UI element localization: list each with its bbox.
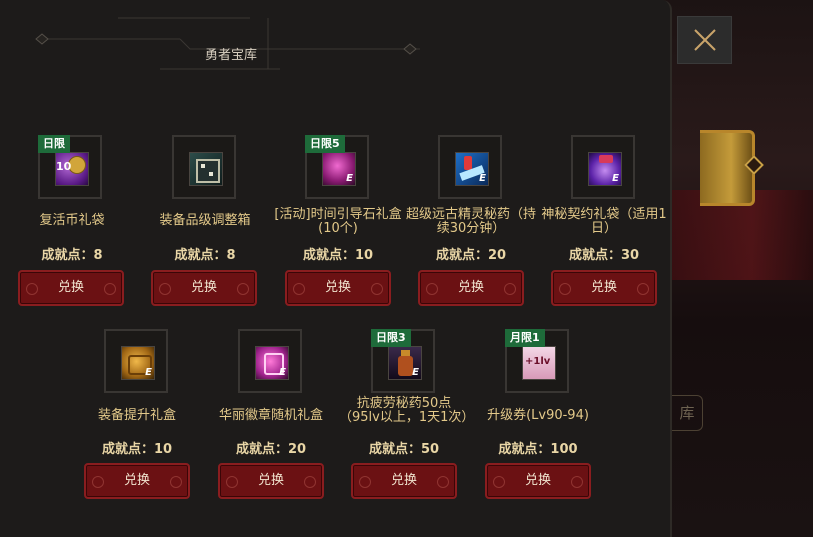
achievement-points: 成就点：8 [174,248,236,263]
item-slot[interactable]: E [438,135,502,199]
limit-badge: 月限1 [505,329,545,347]
item-slot[interactable]: E 日限5 [305,135,369,199]
exchange-button-label: 兑换 [324,280,351,295]
exchange-button[interactable]: 兑换 [418,270,524,306]
item-slot[interactable]: E 日限3 [371,329,435,393]
item-name: 神秘契约礼袋（适用1日） [541,207,667,236]
level-ticket-label: +1lv [525,356,551,367]
exchange-button[interactable]: 兑换 [551,270,657,306]
exchange-button[interactable]: 兑换 [285,270,391,306]
exchange-button-label: 兑换 [390,473,417,488]
limit-badge: 日限3 [371,329,411,347]
item-slot[interactable]: E [571,135,635,199]
equip-upgrade-box-icon: E [121,346,155,380]
item-name: 华丽徽章随机礼盒 [218,408,323,423]
item-name: 复活币礼袋 [39,213,105,228]
item-slot[interactable]: E [104,329,168,393]
exchange-button[interactable]: 兑换 [151,270,257,306]
achievement-points: 成就点：10 [101,442,173,457]
fatigue-potion-icon: E [388,346,422,380]
limit-badge: 日限5 [305,135,345,153]
item-name: 装备品级调整箱 [159,213,251,228]
limit-badge: 日限 [38,135,70,153]
exchange-button-label: 兑换 [123,473,150,488]
exchange-button[interactable]: 兑换 [18,270,124,306]
item-name: 升级券(Lv90-94) [487,408,589,423]
achievement-points: 成就点：50 [368,442,440,457]
exchange-button[interactable]: 兑换 [84,463,190,499]
achievement-points: 成就点：30 [568,248,640,263]
item-name: 抗疲劳秘药50点（95lv以上，1天1次） [339,396,475,425]
achievement-points: 成就点：20 [435,248,507,263]
exchange-button-label: 兑换 [524,473,551,488]
level-up-ticket-icon: +1lv [522,346,556,380]
contract-bag-icon: E [588,152,622,186]
item-name: 超级远古精灵秘药（持续30分钟） [406,207,537,236]
achievement-points: 成就点：8 [41,248,103,263]
achievement-points: 成就点：20 [235,442,307,457]
emblem-box-icon: E [255,346,289,380]
exchange-button[interactable]: 兑换 [351,463,457,499]
item-slot[interactable]: +1lv 月限1 [505,329,569,393]
exchange-button[interactable]: 兑换 [485,463,591,499]
panel-title: 勇者宝库 [204,48,257,63]
exchange-button-label: 兑换 [57,280,84,295]
time-stone-box-icon: E [322,152,356,186]
achievement-points: 成就点：10 [302,248,374,263]
treasure-panel: 勇者宝库 10 日限 复活币礼袋 成就点：8 兑换 装备品级调整箱 成就点：8 … [0,0,672,537]
item-slot[interactable] [172,135,236,199]
item-slot[interactable]: E [238,329,302,393]
close-button[interactable] [677,16,732,64]
item-name: [活动]时间引导石礼盒 (10个) [274,207,402,236]
grade-adjust-box-icon [189,152,223,186]
item-name: 装备提升礼盒 [97,408,176,423]
item-quantity: 10 [56,160,72,173]
item-slot[interactable]: 10 日限 [38,135,102,199]
exchange-button-label: 兑换 [590,280,617,295]
achievement-points: 成就点：100 [498,442,578,457]
exchange-button-label: 兑换 [190,280,217,295]
exchange-button-label: 兑换 [457,280,484,295]
exchange-button[interactable]: 兑换 [218,463,324,499]
background-side-tab: 库 [672,395,703,431]
revival-coin-bag-icon: 10 [55,152,89,186]
elf-potion-icon: E [455,152,489,186]
close-icon [693,29,716,51]
exchange-button-label: 兑换 [257,473,284,488]
